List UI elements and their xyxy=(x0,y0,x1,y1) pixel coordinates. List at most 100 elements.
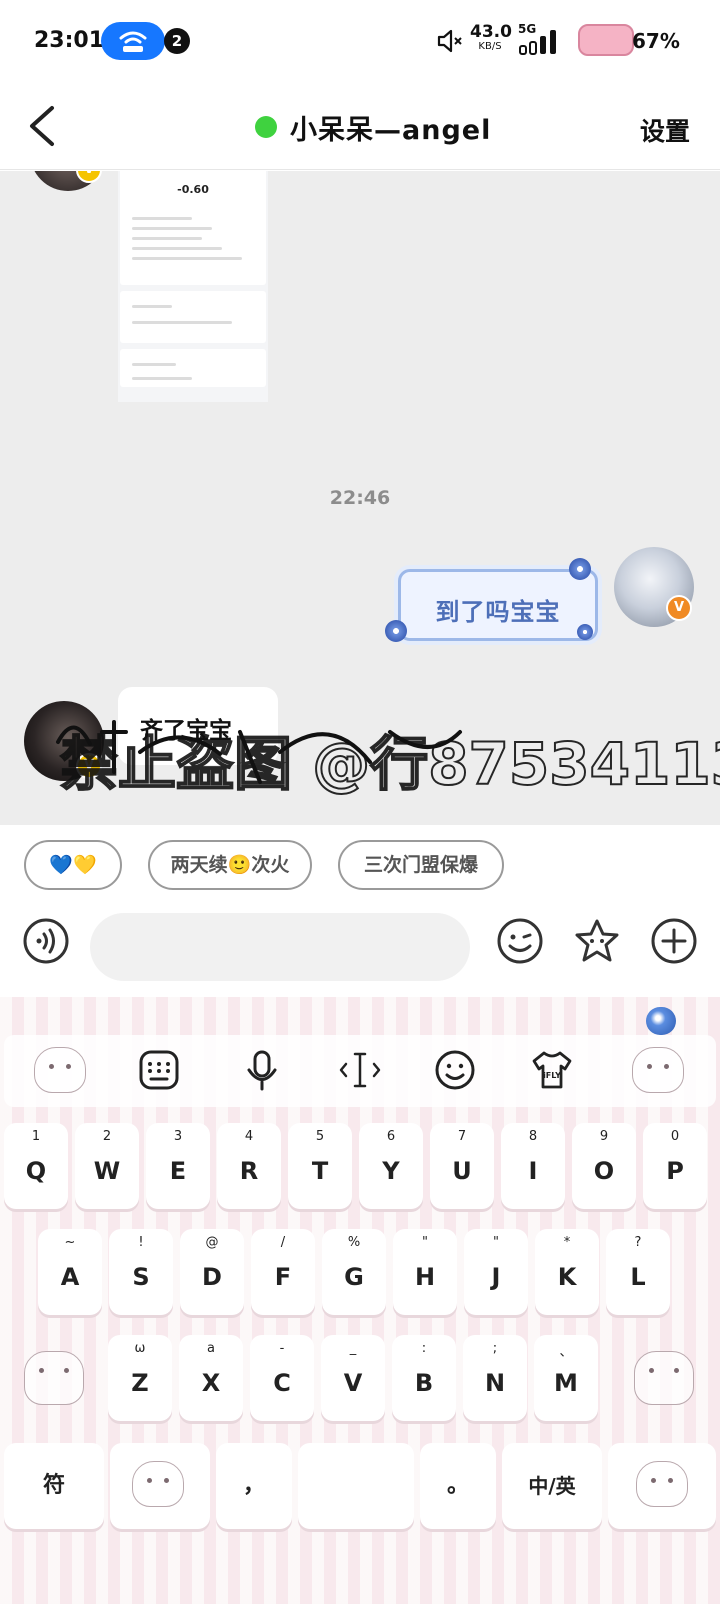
key-t[interactable]: 5T xyxy=(288,1123,352,1209)
key-label: V xyxy=(343,1369,363,1397)
key-q[interactable]: 1Q xyxy=(4,1123,68,1209)
ifly-label: iFLY xyxy=(543,1071,561,1080)
cat-decoration-icon xyxy=(636,1461,688,1507)
space-key[interactable] xyxy=(298,1443,414,1529)
back-arrow-icon[interactable] xyxy=(22,104,62,148)
key-y[interactable]: 6Y xyxy=(359,1123,423,1209)
microphone-icon[interactable] xyxy=(242,1049,282,1091)
key-i[interactable]: 8I xyxy=(501,1123,565,1209)
received-message-bubble[interactable]: 齐了宝宝 xyxy=(118,687,278,765)
key-d[interactable]: @ D xyxy=(180,1229,244,1315)
key-hint-label: " xyxy=(422,1235,428,1250)
symbols-key[interactable]: 符 xyxy=(4,1443,104,1529)
message-input[interactable] xyxy=(90,913,470,981)
key-hint-label: - xyxy=(279,1341,285,1356)
key-label: M xyxy=(554,1369,578,1397)
key-hint-label: % xyxy=(347,1235,361,1250)
key-hint-label: a xyxy=(207,1341,215,1356)
key-label: C xyxy=(273,1369,291,1397)
key-hint-label: _ xyxy=(349,1341,357,1356)
contact-avatar-top[interactable]: V xyxy=(30,171,106,191)
keyboard-layout-icon[interactable] xyxy=(138,1049,180,1091)
key-w[interactable]: 2W xyxy=(75,1123,139,1209)
flower-decoration-icon xyxy=(569,558,591,580)
emoji-key[interactable] xyxy=(110,1443,210,1529)
key-p[interactable]: 0P xyxy=(643,1123,707,1209)
key-hint-label: * xyxy=(563,1235,571,1250)
quick-reply-chip[interactable]: 两天续🙂次火 xyxy=(148,840,312,890)
input-region: 💙💛 两天续🙂次火 三次门盟保爆 xyxy=(0,825,720,997)
key-c[interactable]: -C xyxy=(250,1335,314,1421)
message-timestamp: 22:46 xyxy=(329,487,391,509)
key-label: L xyxy=(630,1263,646,1291)
sticker-star-icon[interactable] xyxy=(572,917,622,965)
key-label: S xyxy=(132,1263,150,1291)
key-label: Q xyxy=(25,1157,47,1185)
more-plus-icon[interactable] xyxy=(650,917,698,965)
network-speed: 43.0 KB/S xyxy=(470,24,512,52)
key-v[interactable]: _ V xyxy=(321,1335,385,1421)
sent-message-bubble[interactable]: 到了吗宝宝 xyxy=(385,558,598,642)
key-n[interactable]: ; N xyxy=(463,1335,527,1421)
key-b[interactable]: :B xyxy=(392,1335,456,1421)
skin-theme-shirt-icon[interactable]: iFLY xyxy=(530,1049,574,1091)
online-status-dot xyxy=(255,116,277,138)
key-u[interactable]: 7U xyxy=(430,1123,494,1209)
key-s[interactable]: ! S xyxy=(109,1229,173,1315)
keyboard-mascot-icon[interactable] xyxy=(646,1007,676,1035)
contact-avatar[interactable]: V xyxy=(24,701,104,781)
key-label: P xyxy=(666,1157,684,1185)
key-h[interactable]: " H xyxy=(393,1229,457,1315)
emoji-icon[interactable] xyxy=(496,917,544,965)
key-hint-label: 2 xyxy=(102,1129,112,1144)
battery-percent: 67% xyxy=(632,29,680,53)
key-g[interactable]: % G xyxy=(322,1229,386,1315)
settings-button[interactable]: 设置 xyxy=(640,112,690,148)
period-key[interactable]: 。 xyxy=(420,1443,496,1529)
key-hint-label: 7 xyxy=(457,1129,467,1144)
key-m[interactable]: 、 M xyxy=(534,1335,598,1421)
verified-badge: V xyxy=(666,595,692,621)
key-k[interactable]: * K xyxy=(535,1229,599,1315)
key-hint-label: 1 xyxy=(31,1129,41,1144)
key-j[interactable]: " J xyxy=(464,1229,528,1315)
key-label: J xyxy=(491,1263,501,1291)
key-e[interactable]: 3E xyxy=(146,1123,210,1209)
key-o[interactable]: 9O xyxy=(572,1123,636,1209)
key-l[interactable]: ? L xyxy=(606,1229,670,1315)
quick-reply-chip[interactable]: 💙💛 xyxy=(24,840,122,890)
payment-receipt-image[interactable]: -0.60 xyxy=(118,171,268,402)
language-switch-key[interactable]: 中/英 xyxy=(502,1443,602,1529)
key-label: E xyxy=(169,1157,187,1185)
verified-badge: V xyxy=(76,753,102,779)
key-f[interactable]: / F xyxy=(251,1229,315,1315)
voice-input-icon[interactable] xyxy=(22,917,70,965)
key-hint-label: ω xyxy=(134,1341,146,1356)
key-z[interactable]: ωZ xyxy=(108,1335,172,1421)
key-a[interactable]: ~ A xyxy=(38,1229,102,1315)
flower-decoration-icon xyxy=(385,620,407,642)
chat-message-area[interactable]: V -0.60 22:46 到了吗宝宝 V V 齐了宝宝 xyxy=(0,171,720,825)
contact-name[interactable]: 小呆呆—angel xyxy=(290,108,491,147)
key-label: A xyxy=(60,1263,80,1291)
key-hint-label: ~ xyxy=(64,1235,76,1250)
key-r[interactable]: 4R xyxy=(217,1123,281,1209)
my-avatar[interactable]: V xyxy=(614,547,694,627)
quick-reply-chip[interactable]: 三次门盟保爆 xyxy=(338,840,504,890)
emoji-face-icon[interactable] xyxy=(434,1049,476,1091)
chat-header: 小呆呆—angel 设置 xyxy=(0,84,720,170)
network-speed-unit: KB/S xyxy=(478,41,502,52)
key-hint-label: ; xyxy=(492,1341,498,1356)
key-hint-label: 9 xyxy=(599,1129,609,1144)
cat-decoration-icon xyxy=(24,1351,84,1405)
key-x[interactable]: aX xyxy=(179,1335,243,1421)
key-label: K xyxy=(557,1263,577,1291)
text-cursor-icon[interactable] xyxy=(338,1049,382,1091)
hotspot-pill[interactable] xyxy=(101,22,165,60)
enter-key[interactable] xyxy=(608,1443,716,1529)
key-label: F xyxy=(274,1263,292,1291)
comma-key[interactable]: ， xyxy=(216,1443,292,1529)
key-label: H xyxy=(414,1263,436,1291)
key-label: U xyxy=(452,1157,472,1185)
key-hint-label: " xyxy=(493,1235,499,1250)
